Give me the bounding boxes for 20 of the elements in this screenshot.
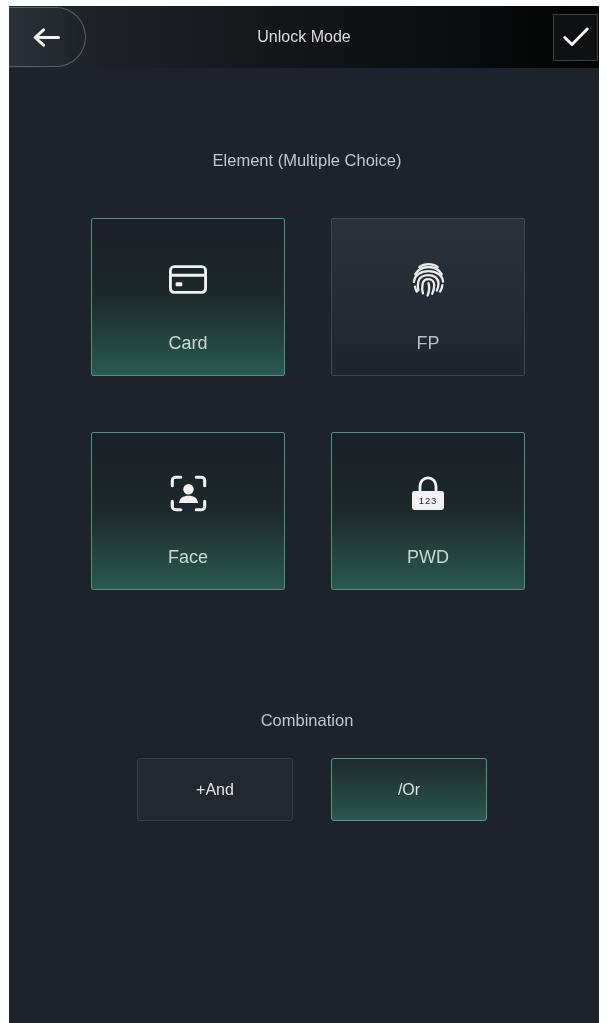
section-heading: Element (Multiple Choice) (211, 150, 402, 170)
option-label: FP (416, 332, 440, 354)
unlock-option-tile[interactable]: FP (331, 218, 525, 376)
unlock-option-tile[interactable]: Face (91, 432, 285, 590)
option-label: PWD (407, 546, 449, 568)
back-arrow-icon (32, 27, 60, 47)
unlock-option-tile[interactable]: 123 PWD (331, 432, 525, 590)
page-title: Unlock Mode (257, 27, 351, 47)
face-scan-icon (169, 474, 207, 512)
section-heading: Combination (259, 710, 354, 730)
option-label: Card (168, 332, 208, 354)
confirm-button[interactable] (553, 13, 598, 61)
back-button[interactable] (9, 7, 86, 67)
unlock-option-tile[interactable]: Card (91, 218, 285, 376)
option-label: Face (168, 546, 208, 568)
checkmark-icon (562, 27, 589, 47)
card-icon (169, 264, 207, 294)
combination-button[interactable]: /Or (331, 758, 487, 821)
padlock-code-text: 123 (418, 495, 438, 507)
combination-button[interactable]: +And (137, 758, 293, 821)
